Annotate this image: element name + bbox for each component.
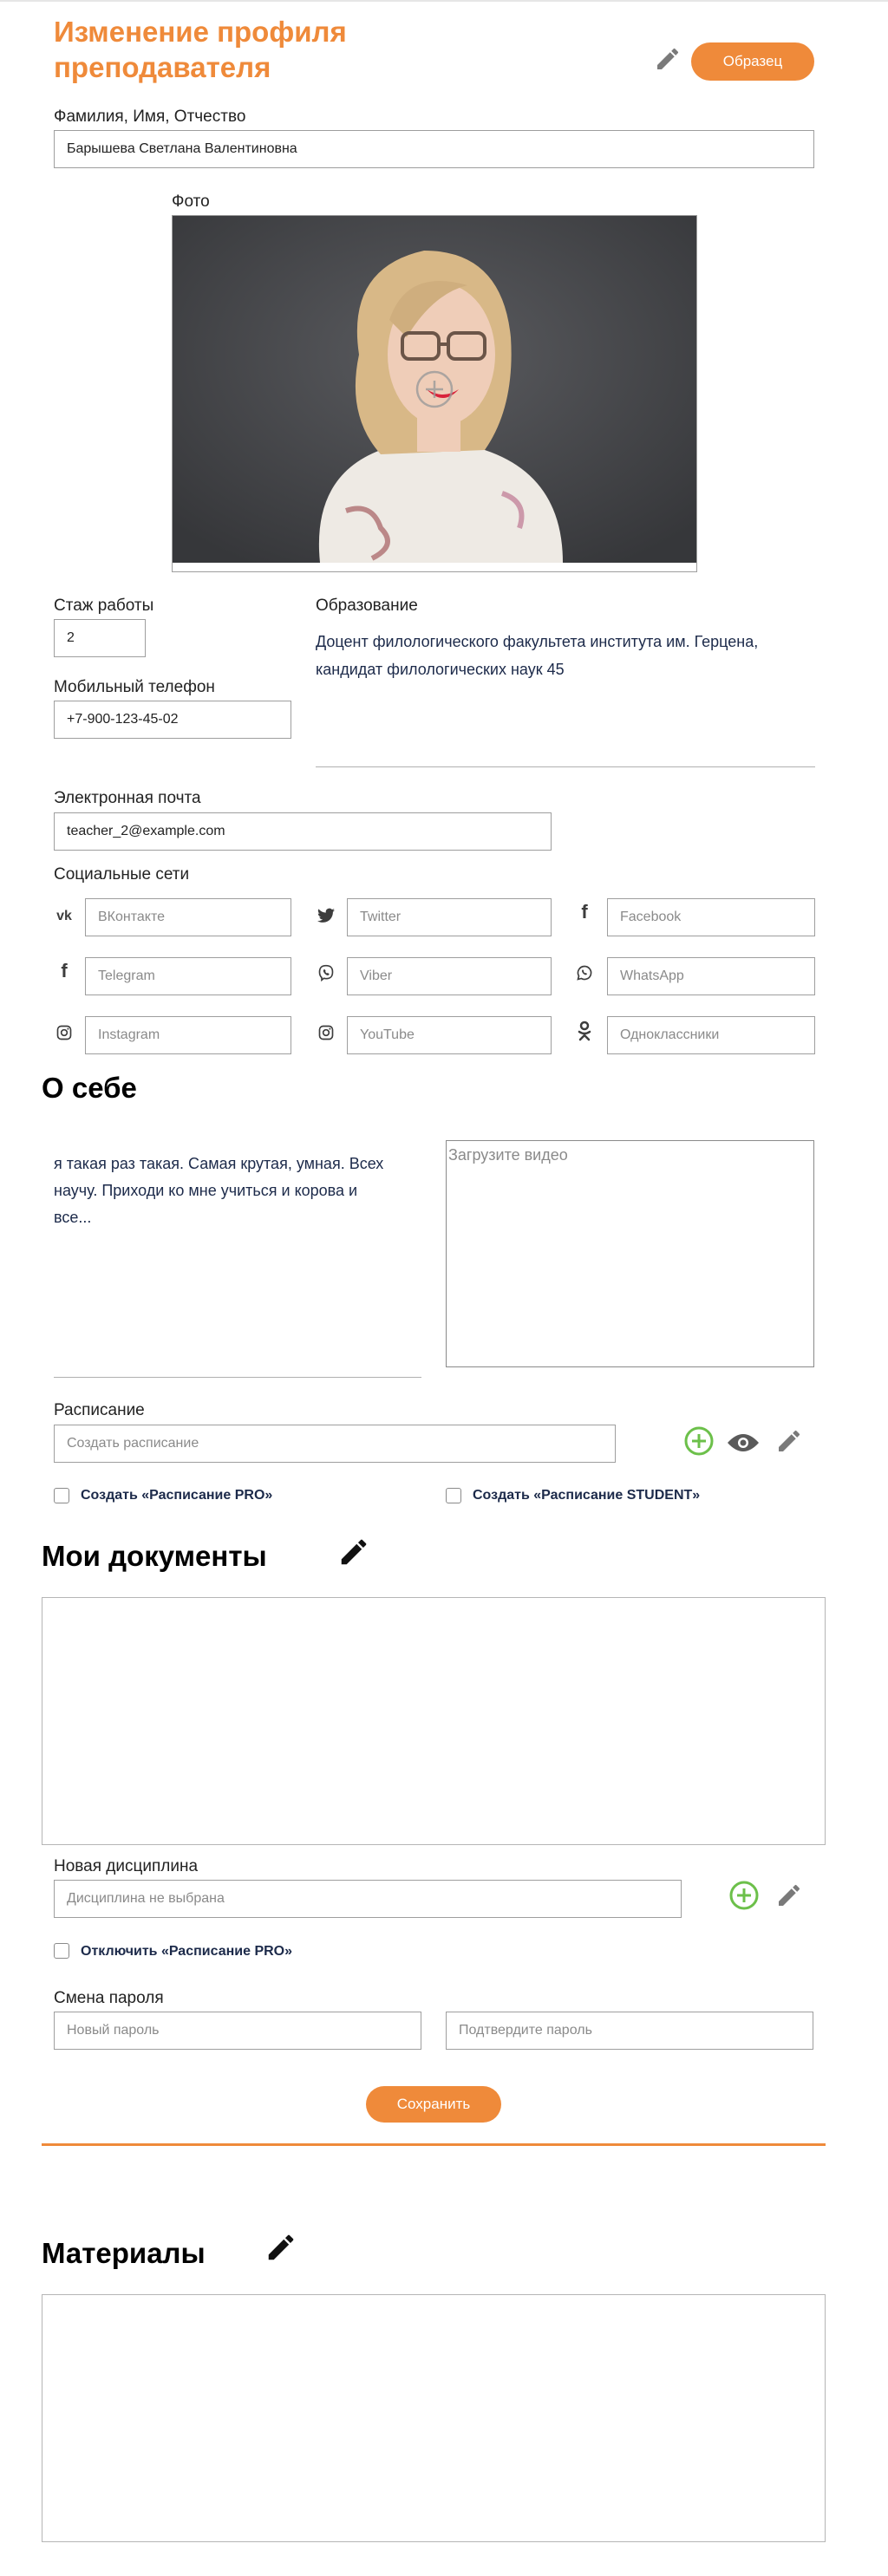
- materials-heading: Материалы: [42, 2237, 206, 2269]
- edit-schedule-icon[interactable]: [774, 1425, 805, 1457]
- video-upload-box[interactable]: Загрузите видео: [446, 1140, 814, 1367]
- add-schedule-icon[interactable]: [683, 1425, 715, 1457]
- education-text[interactable]: Доцент филологического факультета инстит…: [316, 628, 819, 683]
- youtube-icon: [316, 1022, 336, 1043]
- page-title-line1: Изменение профиля: [54, 16, 347, 48]
- twitter-icon: [316, 905, 336, 926]
- about-line2: научу. Приходи ко мне учиться и корова и: [54, 1182, 358, 1199]
- video-placeholder: Загрузите видео: [448, 1146, 568, 1164]
- about-line1: я такая раз такая. Самая крутая, умная. …: [54, 1155, 384, 1172]
- email-label: Электронная почта: [54, 789, 201, 807]
- vk-icon: vk: [56, 909, 72, 923]
- education-line2: кандидат филологических наук 45: [316, 661, 565, 678]
- fullname-label: Фамилия, Имя, Отчество: [54, 108, 246, 126]
- instagram-icon: [54, 1022, 75, 1043]
- page-title: Изменение профиля преподавателя: [54, 14, 574, 85]
- viber-icon: [316, 962, 336, 983]
- edit-discipline-icon[interactable]: [774, 1880, 805, 1911]
- education-underline: [316, 766, 815, 767]
- edit-materials-icon[interactable]: [264, 2230, 298, 2265]
- education-line1: Доцент филологического факультета инстит…: [316, 633, 759, 650]
- experience-input[interactable]: 2: [54, 619, 146, 657]
- whatsapp-input[interactable]: WhatsApp: [607, 957, 815, 995]
- schedule-label: Расписание: [54, 1401, 145, 1419]
- viber-input[interactable]: Viber: [347, 957, 552, 995]
- instagram-input[interactable]: Instagram: [85, 1016, 291, 1054]
- odnoklassniki-icon: [574, 1021, 595, 1041]
- photo-label: Фото: [172, 192, 210, 211]
- teacher-photo: [173, 216, 696, 563]
- schedule-student-label: Создать «Расписание STUDENT»: [473, 1488, 701, 1503]
- experience-label: Стаж работы: [54, 597, 154, 615]
- odnoklassniki-input[interactable]: Одноклассники: [607, 1016, 815, 1054]
- about-underline: [54, 1377, 421, 1378]
- education-label: Образование: [316, 597, 418, 615]
- about-heading: О себе: [42, 1072, 137, 1104]
- schedule-pro-label: Создать «Расписание PRO»: [81, 1488, 273, 1503]
- materials-box[interactable]: [42, 2294, 826, 2542]
- disable-pro-checkbox[interactable]: [54, 1943, 69, 1959]
- new-password-input[interactable]: Новый пароль: [54, 2012, 421, 2050]
- confirm-password-input[interactable]: Подтвердите пароль: [446, 2012, 813, 2050]
- telegram-icon: f: [61, 960, 68, 981]
- telegram-input[interactable]: Telegram: [85, 957, 291, 995]
- youtube-input[interactable]: YouTube: [347, 1016, 552, 1054]
- facebook-input[interactable]: Facebook: [607, 898, 815, 936]
- email-input[interactable]: teacher_2@example.com: [54, 812, 552, 851]
- accent-divider: [42, 2143, 826, 2146]
- schedule-input[interactable]: Создать расписание: [54, 1425, 616, 1463]
- about-line3: все...: [54, 1209, 92, 1226]
- about-text[interactable]: я такая раз такая. Самая крутая, умная. …: [54, 1151, 418, 1231]
- twitter-input[interactable]: Twitter: [347, 898, 552, 936]
- add-discipline-icon[interactable]: [728, 1880, 760, 1911]
- save-button[interactable]: Сохранить: [366, 2086, 501, 2123]
- top-divider: [0, 0, 888, 2]
- edit-documents-icon[interactable]: [336, 1535, 371, 1569]
- phone-label: Мобильный телефон: [54, 678, 215, 696]
- fullname-input[interactable]: Барышева Светлана Валентиновна: [54, 130, 814, 168]
- photo-frame[interactable]: [172, 215, 697, 572]
- documents-heading: Мои документы: [42, 1540, 267, 1572]
- view-schedule-icon[interactable]: [726, 1429, 761, 1457]
- phone-input[interactable]: +7-900-123-45-02: [54, 701, 291, 739]
- sample-button[interactable]: Образец: [691, 42, 814, 81]
- password-label: Смена пароля: [54, 1989, 164, 2007]
- schedule-student-checkbox[interactable]: [446, 1488, 461, 1503]
- facebook-icon: f: [581, 901, 588, 923]
- discipline-select[interactable]: Дисциплина не выбрана: [54, 1880, 682, 1918]
- discipline-label: Новая дисциплина: [54, 1857, 199, 1875]
- whatsapp-icon: [574, 962, 595, 983]
- pencil-icon[interactable]: [652, 43, 683, 75]
- page-title-line2: преподавателя: [54, 51, 271, 83]
- social-label: Социальные сети: [54, 865, 190, 884]
- vk-input[interactable]: ВКонтакте: [85, 898, 291, 936]
- disable-pro-label: Отключить «Расписание PRO»: [81, 1944, 293, 1959]
- documents-box[interactable]: [42, 1597, 826, 1845]
- schedule-pro-checkbox[interactable]: [54, 1488, 69, 1503]
